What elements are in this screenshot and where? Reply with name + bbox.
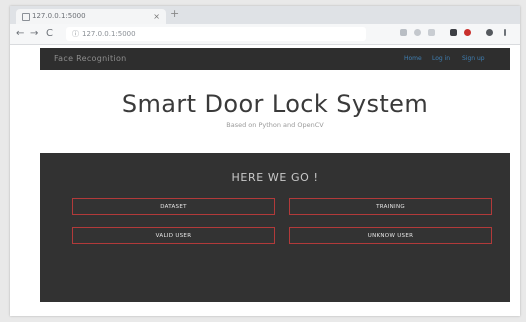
dataset-button[interactable]: DATASET [72, 198, 275, 215]
extension-red-icon[interactable] [464, 29, 471, 36]
menu-icon[interactable] [504, 29, 506, 36]
browser-tab[interactable]: 127.0.0.1:5000 × [16, 9, 166, 24]
tab-title: 127.0.0.1:5000 [32, 12, 86, 20]
star-icon[interactable] [428, 29, 435, 36]
site-navbar: Face Recognition Home Log in Sign up [40, 48, 510, 70]
nav-link-login[interactable]: Log in [432, 48, 450, 70]
action-panel: HERE WE GO ! DATASET TRAINING VALID USER… [40, 153, 510, 302]
nav-link-signup[interactable]: Sign up [462, 48, 485, 70]
reload-icon[interactable]: C [46, 27, 53, 41]
tab-strip: 127.0.0.1:5000 × + [10, 6, 520, 24]
browser-window: 127.0.0.1:5000 × + ← → C ⓘ 127.0.0.1:500… [10, 6, 520, 316]
address-bar[interactable]: ⓘ 127.0.0.1:5000 [66, 27, 366, 41]
nav-link-home[interactable]: Home [404, 48, 422, 70]
profile-icon[interactable] [486, 29, 493, 36]
unknown-user-button[interactable]: UNKNOW USER [289, 227, 492, 244]
close-icon[interactable]: × [153, 9, 160, 24]
new-tab-button[interactable]: + [170, 7, 179, 20]
valid-user-button[interactable]: VALID USER [72, 227, 275, 244]
page-title: Smart Door Lock System [121, 90, 429, 118]
training-button[interactable]: TRAINING [289, 198, 492, 215]
info-icon[interactable]: ⓘ [72, 27, 79, 41]
extension-dark-icon[interactable] [450, 29, 457, 36]
page-subtitle: Based on Python and OpenCV [226, 121, 324, 129]
page-icon [22, 13, 30, 21]
brand-link[interactable]: Face Recognition [54, 48, 127, 70]
hero-section: Smart Door Lock System Based on Python a… [40, 70, 510, 153]
address-toolbar: ← → C ⓘ 127.0.0.1:5000 [10, 24, 520, 45]
back-arrow-icon[interactable]: ← [16, 27, 24, 41]
url-text[interactable]: 127.0.0.1:5000 [82, 27, 136, 41]
extension-icon[interactable] [400, 29, 407, 36]
panel-heading: HERE WE GO ! [231, 171, 319, 184]
forward-arrow-icon[interactable]: → [30, 27, 38, 41]
search-icon[interactable] [414, 29, 421, 36]
